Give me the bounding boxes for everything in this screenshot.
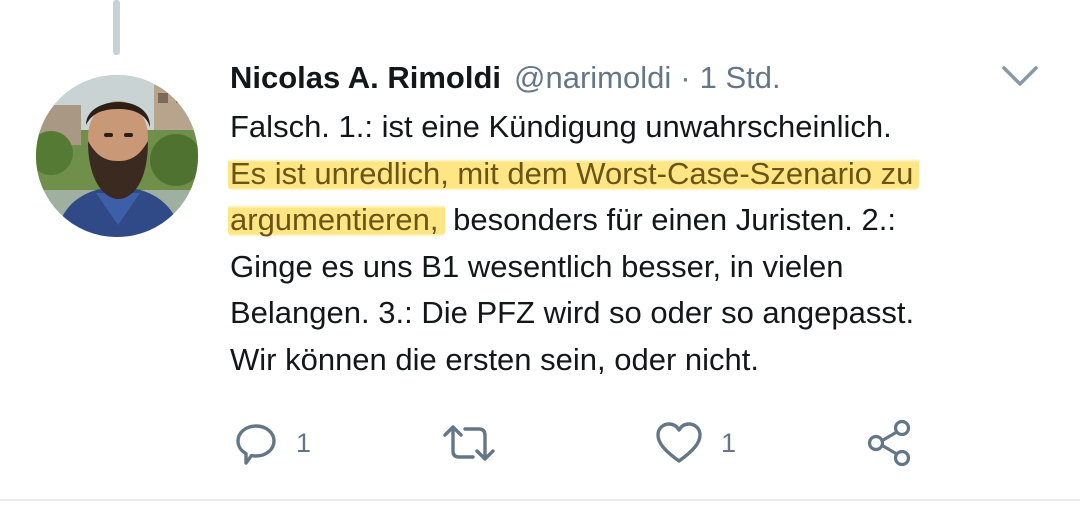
text-segment: Falsch. 1.: ist eine Kündigung unwahrsch… <box>230 109 892 144</box>
header-separator: · <box>680 60 691 95</box>
like-button[interactable]: 1 <box>655 415 736 471</box>
tweet-text-line-2: Es ist unredlich, mit dem Worst-Case-Sze… <box>228 151 1060 198</box>
tweet[interactable]: Nicolas A. Rimoldi @narimoldi · 1 Std. F… <box>0 0 1080 508</box>
tweet-timestamp[interactable]: 1 Std. <box>700 58 781 98</box>
avatar[interactable] <box>36 75 198 237</box>
highlighted-text: argumentieren, <box>228 202 445 237</box>
tweet-header: Nicolas A. Rimoldi @narimoldi · 1 Std. <box>230 58 781 98</box>
tweet-actions: 1 1 <box>230 415 930 471</box>
tweet-text-line-1: Falsch. 1.: ist eine Kündigung unwahrsch… <box>230 104 1060 151</box>
share-button[interactable] <box>866 415 914 471</box>
reply-count: 1 <box>296 427 312 458</box>
heart-icon <box>656 422 702 463</box>
avatar-photo <box>36 75 198 237</box>
text-segment: besonders für einen Juristen. 2.: <box>444 202 896 237</box>
text-segment: Belangen. 3.: Die PFZ wird so oder so an… <box>230 295 915 330</box>
reply-button[interactable]: 1 <box>234 415 311 471</box>
author-handle[interactable]: @narimoldi <box>514 58 671 98</box>
like-count: 1 <box>721 427 737 458</box>
tweet-text-line-6: Wir können die ersten sein, oder nicht. <box>230 337 1060 384</box>
text-segment: Wir können die ersten sein, oder nicht. <box>230 341 759 377</box>
tweet-text-line-5: Belangen. 3.: Die PFZ wird so oder so an… <box>230 290 1060 337</box>
retweet-button[interactable] <box>441 415 515 471</box>
retweet-icon <box>443 425 495 461</box>
tweet-text-line-4: Ginge es uns B1 wesentlich besser, in vi… <box>230 244 1060 291</box>
chevron-down-icon[interactable] <box>1000 62 1040 90</box>
tweet-text: Falsch. 1.: ist eine Kündigung unwahrsch… <box>228 104 1060 384</box>
text-segment: Ginge es uns B1 wesentlich besser, in vi… <box>230 248 844 284</box>
tweet-divider <box>0 499 1080 501</box>
share-icon <box>867 419 911 467</box>
thread-connector-line <box>113 0 120 55</box>
author-name[interactable]: Nicolas A. Rimoldi <box>230 58 501 98</box>
reply-icon <box>236 424 276 465</box>
tweet-text-line-3: argumentieren, besonders für einen Juris… <box>228 197 1060 244</box>
highlighted-text: Es ist unredlich, mit dem Worst-Case-Sze… <box>228 155 920 191</box>
